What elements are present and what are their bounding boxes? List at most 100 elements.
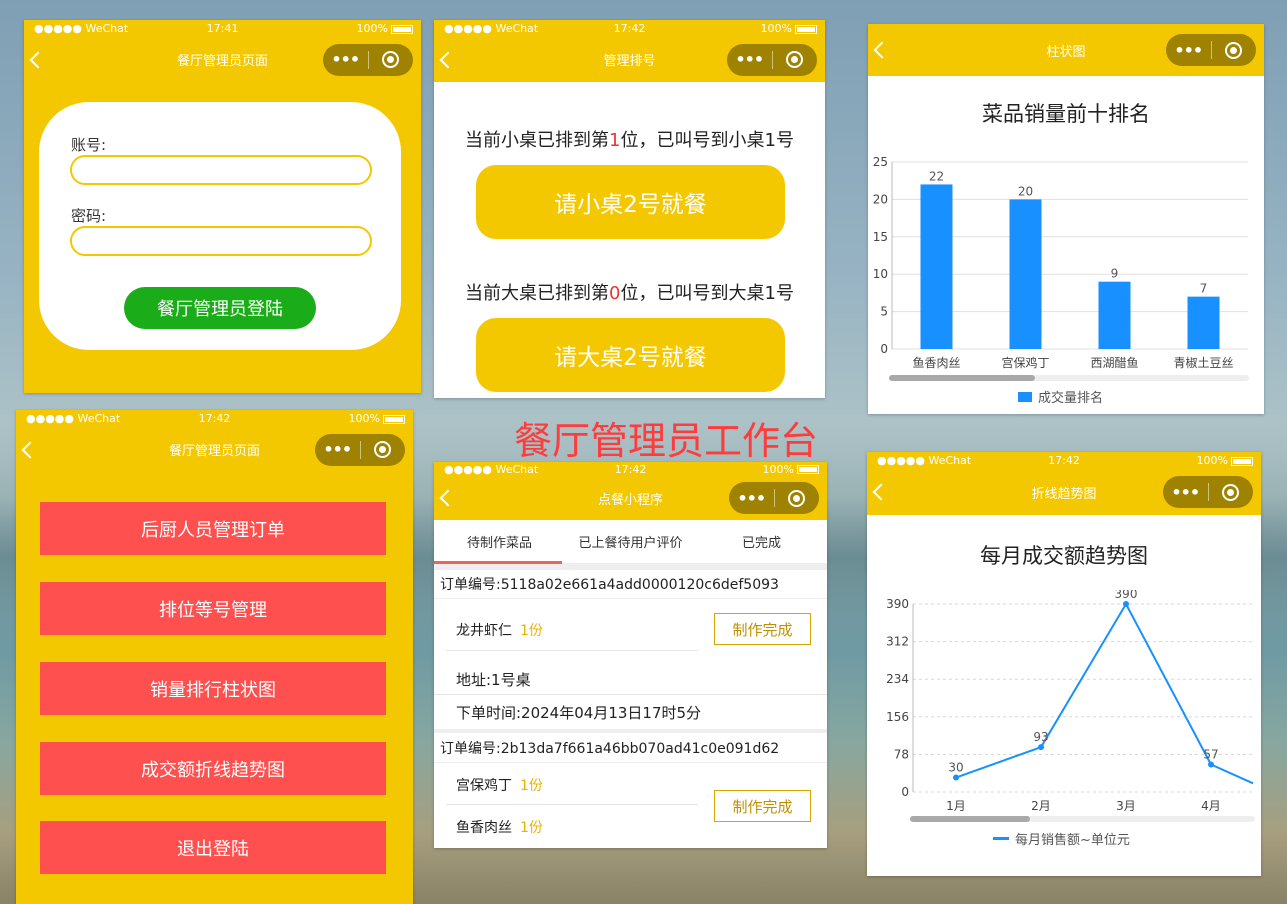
data-label: 20 <box>1018 184 1033 198</box>
bar-legend: 成交量排名 <box>1018 387 1103 406</box>
capsule-menu: ••• <box>727 44 817 76</box>
more-icon[interactable]: ••• <box>323 50 368 69</box>
queue-management-button[interactable]: 排位等号管理 <box>40 582 386 635</box>
finish-cooking-button[interactable]: 制作完成 <box>714 790 811 822</box>
back-icon[interactable] <box>22 441 39 458</box>
legend-swatch <box>1018 392 1032 402</box>
nav-bar: 管理排号 ••• <box>434 37 825 82</box>
more-icon[interactable]: ••• <box>1166 41 1211 60</box>
page-title: 餐厅管理员页面 <box>177 50 268 69</box>
order-dish: 龙井虾仁1份 <box>456 620 543 640</box>
tab-completed[interactable]: 已完成 <box>696 520 827 563</box>
back-icon[interactable] <box>874 42 891 59</box>
small-queue-number: 1 <box>609 130 620 151</box>
y-tick-label: 0 <box>901 785 909 799</box>
data-point <box>953 775 959 781</box>
close-miniprogram-icon[interactable] <box>774 490 819 507</box>
legend-swatch <box>993 837 1009 840</box>
battery-icon <box>797 465 819 474</box>
more-icon[interactable]: ••• <box>729 489 774 508</box>
close-miniprogram-icon[interactable] <box>360 441 405 458</box>
y-tick-label: 25 <box>873 155 888 169</box>
call-large-table-button[interactable]: 请大桌2号就餐 <box>476 318 785 392</box>
account-input[interactable] <box>70 155 372 185</box>
close-miniprogram-icon[interactable] <box>1208 484 1253 501</box>
x-tick-label: 4月 <box>1201 799 1221 813</box>
bar-chart-title: 菜品销量前十排名 <box>868 98 1264 128</box>
capsule-menu: ••• <box>1163 476 1253 508</box>
y-tick-label: 234 <box>886 672 909 686</box>
y-tick-label: 0 <box>880 342 888 356</box>
status-bar: ●●●●● WeChat 17:42 100% <box>434 462 827 476</box>
large-queue-number: 0 <box>609 283 620 304</box>
capsule-menu: ••• <box>323 44 413 76</box>
back-icon[interactable] <box>30 51 47 68</box>
back-icon[interactable] <box>873 484 890 501</box>
data-label: 93 <box>1033 730 1048 744</box>
order-time: 下单时间:2024年04月13日17时5分 <box>434 702 827 723</box>
more-icon[interactable]: ••• <box>1163 483 1208 502</box>
y-tick-label: 156 <box>886 710 909 724</box>
close-miniprogram-icon[interactable] <box>368 51 413 68</box>
battery-icon <box>391 25 413 34</box>
kitchen-orders-button[interactable]: 后厨人员管理订单 <box>40 502 386 555</box>
page-title: 餐厅管理员页面 <box>169 440 260 459</box>
login-button[interactable]: 餐厅管理员登陆 <box>124 287 316 329</box>
back-icon[interactable] <box>440 490 457 507</box>
scrollbar-thumb[interactable] <box>889 375 1035 381</box>
y-tick-label: 390 <box>886 597 909 611</box>
nav-bar: 点餐小程序 ••• <box>434 476 827 520</box>
order-card: 宫保鸡丁1份 制作完成 鱼香肉丝1份 <box>434 763 827 843</box>
small-status-prefix: 当前小桌已排到第 <box>465 130 609 151</box>
bar-chart: 051015202522鱼香肉丝20宫保鸡丁9西湖醋鱼7青椒土豆丝 <box>868 150 1264 380</box>
large-status-suffix: 位，已叫号到大桌1号 <box>621 283 794 304</box>
dish-name: 龙井虾仁 <box>456 623 512 639</box>
active-tab-indicator <box>434 561 562 564</box>
account-label: 账号: <box>71 134 106 155</box>
capsule-menu: ••• <box>729 482 819 514</box>
page-title: 管理排号 <box>603 50 655 69</box>
status-bar: ●●●●● WeChat 17:42 100% <box>867 452 1261 469</box>
scrollbar-thumb[interactable] <box>910 816 1030 822</box>
chart-scrollbar[interactable] <box>910 816 1255 822</box>
nav-bar: 餐厅管理员页面 ••• <box>24 37 421 82</box>
more-icon[interactable]: ••• <box>315 440 360 459</box>
order-tabs: 待制作菜品 已上餐待用户评价 已完成 <box>434 520 827 564</box>
chart-scrollbar[interactable] <box>889 375 1249 381</box>
revenue-line-chart-button[interactable]: 成交额折线趋势图 <box>40 742 386 795</box>
capsule-menu: ••• <box>1166 34 1256 66</box>
tab-pending[interactable]: 待制作菜品 <box>434 520 565 563</box>
dish-name: 宫保鸡丁 <box>456 778 512 794</box>
data-label: 30 <box>948 761 963 775</box>
call-small-table-button[interactable]: 请小桌2号就餐 <box>476 165 785 239</box>
clock: 17:42 <box>867 454 1261 467</box>
close-miniprogram-icon[interactable] <box>772 51 817 68</box>
dish-quantity: 1份 <box>520 778 543 794</box>
password-input[interactable] <box>70 226 372 256</box>
workbench-banner: 餐厅管理员工作台 <box>514 410 818 465</box>
x-tick-label: 青椒土豆丝 <box>1173 356 1233 370</box>
queue-screen: ●●●●● WeChat 17:42 100% 管理排号 ••• 当前小桌已排到… <box>434 20 825 398</box>
clock: 17:41 <box>24 22 421 35</box>
page-title: 柱状图 <box>1046 41 1085 60</box>
admin-menu-screen: ●●●●● WeChat 17:42 100% 餐厅管理员页面 ••• 后厨人员… <box>16 410 413 904</box>
x-tick-label: 鱼香肉丝 <box>912 356 960 370</box>
status-bar: ●●●●● WeChat 17:42 100% <box>16 410 413 427</box>
divider <box>434 694 827 695</box>
line-legend: 每月销售额~单位元 <box>993 829 1130 848</box>
orders-screen: ●●●●● WeChat 17:42 100% 点餐小程序 ••• 待制作菜品 … <box>434 462 827 848</box>
back-icon[interactable] <box>440 51 457 68</box>
logout-button[interactable]: 退出登陆 <box>40 821 386 874</box>
clock: 17:42 <box>434 463 827 476</box>
close-miniprogram-icon[interactable] <box>1211 42 1256 59</box>
data-label: 390 <box>1115 590 1138 601</box>
tab-awaiting-review[interactable]: 已上餐待用户评价 <box>565 520 696 563</box>
x-tick-label: 西湖醋鱼 <box>1090 355 1138 370</box>
more-icon[interactable]: ••• <box>727 50 772 69</box>
battery-icon <box>795 25 817 34</box>
finish-cooking-button[interactable]: 制作完成 <box>714 613 811 645</box>
sales-bar-chart-button[interactable]: 销量排行柱状图 <box>40 662 386 715</box>
line-chart: 078156234312390301月932月3903月574月 <box>867 590 1261 820</box>
login-screen: ●●●●● WeChat 17:41 100% 餐厅管理员页面 ••• 账号: … <box>24 20 421 393</box>
small-status-suffix: 位，已叫号到小桌1号 <box>621 130 794 151</box>
